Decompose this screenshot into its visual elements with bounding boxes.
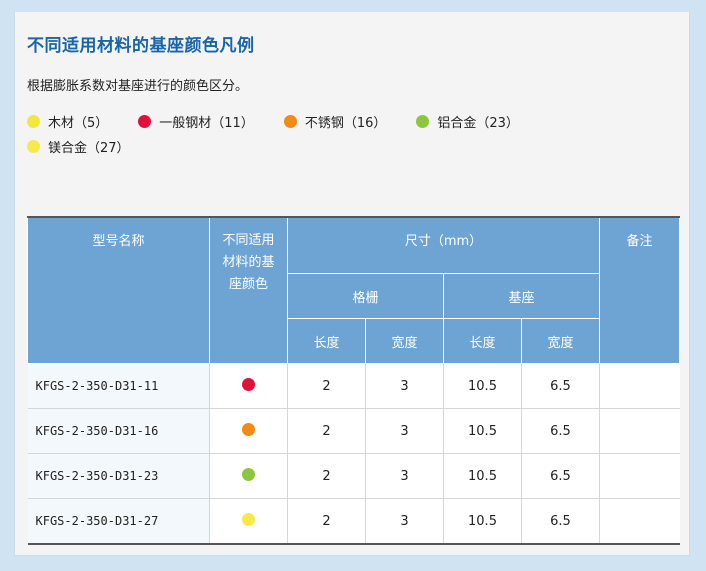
grating-width-cell: 3 <box>365 453 444 499</box>
base-length-cell: 10.5 <box>443 453 522 499</box>
base-width-cell: 6.5 <box>520 408 600 454</box>
header-grating-width: 宽度 <box>365 318 444 364</box>
color-cell <box>209 453 288 499</box>
legend-label: 一般钢材（11） <box>159 116 254 131</box>
table-row: KFGS-2-350-D31-16 2 3 10.5 6.5 <box>27 408 680 454</box>
color-dot-icon <box>283 115 297 128</box>
table-row: KFGS-2-350-D31-27 2 3 10.5 6.5 <box>27 498 680 544</box>
legend-label: 铝合金（23） <box>437 116 519 131</box>
note-cell <box>599 408 680 454</box>
grating-length-cell: 2 <box>287 408 366 454</box>
color-dot-icon <box>242 512 255 526</box>
page-description: 根据膨胀系数对基座进行的颜色区分。 <box>27 79 249 94</box>
color-legend: 木材（5） 一般钢材（11） 不锈钢（16） 铝合金（23） 镁合金（27） <box>27 109 667 159</box>
header-base-color: 不同适用材料的基座颜色 <box>209 216 288 364</box>
base-width-cell: 6.5 <box>520 453 600 499</box>
spec-table: 型号名称 不同适用材料的基座颜色 尺寸（mm） 备注 格栅 基座 长度 宽度 长… <box>27 216 681 545</box>
model-cell: KFGS-2-350-D31-11 <box>27 363 210 409</box>
header-grating: 格栅 <box>287 273 444 319</box>
note-cell <box>599 498 680 544</box>
legend-item-steel: 一般钢材（11） <box>138 112 254 131</box>
color-dot-icon <box>27 140 40 153</box>
legend-item-aluminum: 铝合金（23） <box>416 112 519 131</box>
color-dot-icon <box>242 422 255 436</box>
color-cell <box>209 408 288 454</box>
model-cell: KFGS-2-350-D31-23 <box>27 453 210 499</box>
legend-item-wood: 木材（5） <box>27 112 108 131</box>
header-size: 尺寸（mm） <box>286 216 601 274</box>
model-cell: KFGS-2-350-D31-16 <box>27 408 210 454</box>
header-base-width: 宽度 <box>520 318 601 364</box>
color-cell <box>209 363 288 409</box>
legend-item-magnesium: 镁合金（27） <box>27 137 130 156</box>
base-length-cell: 10.5 <box>443 498 522 544</box>
note-cell <box>599 363 680 409</box>
base-width-cell: 6.5 <box>520 363 600 409</box>
header-base-color-text: 不同适用材料的基座颜色 <box>222 233 275 292</box>
grating-width-cell: 3 <box>365 408 444 454</box>
legend-row: 镁合金（27） <box>27 134 667 159</box>
grating-width-cell: 3 <box>365 363 444 409</box>
legend-label: 木材（5） <box>48 116 109 131</box>
grating-length-cell: 2 <box>287 498 366 544</box>
header-grating-length: 长度 <box>287 318 366 364</box>
table-row: KFGS-2-350-D31-23 2 3 10.5 6.5 <box>27 453 680 499</box>
grating-length-cell: 2 <box>287 453 366 499</box>
table-row: KFGS-2-350-D31-11 2 3 10.5 6.5 <box>27 363 680 409</box>
grating-length-cell: 2 <box>287 363 366 409</box>
color-dot-icon <box>27 115 40 128</box>
grating-width-cell: 3 <box>365 498 444 544</box>
legend-label: 不锈钢（16） <box>304 116 387 131</box>
header-model: 型号名称 <box>27 216 210 364</box>
model-cell: KFGS-2-350-D31-27 <box>27 498 210 544</box>
header-base-length: 长度 <box>443 318 522 364</box>
color-cell <box>209 498 288 544</box>
base-length-cell: 10.5 <box>443 408 522 454</box>
header-base: 基座 <box>442 273 601 319</box>
legend-label: 镁合金（27） <box>48 141 130 156</box>
base-length-cell: 10.5 <box>443 363 522 409</box>
color-dot-icon <box>242 377 255 391</box>
page-title: 不同适用材料的基座颜色凡例 <box>27 36 255 56</box>
content-panel: 不同适用材料的基座颜色凡例 根据膨胀系数对基座进行的颜色区分。 木材（5） 一般… <box>14 8 690 556</box>
legend-row: 木材（5） 一般钢材（11） 不锈钢（16） 铝合金（23） <box>27 109 667 134</box>
color-dot-icon <box>138 115 152 128</box>
header-note: 备注 <box>599 216 681 364</box>
note-cell <box>599 453 680 499</box>
color-dot-icon <box>416 115 430 128</box>
color-dot-icon <box>242 467 255 481</box>
base-width-cell: 6.5 <box>520 498 600 544</box>
legend-item-stainless: 不锈钢（16） <box>283 112 387 131</box>
